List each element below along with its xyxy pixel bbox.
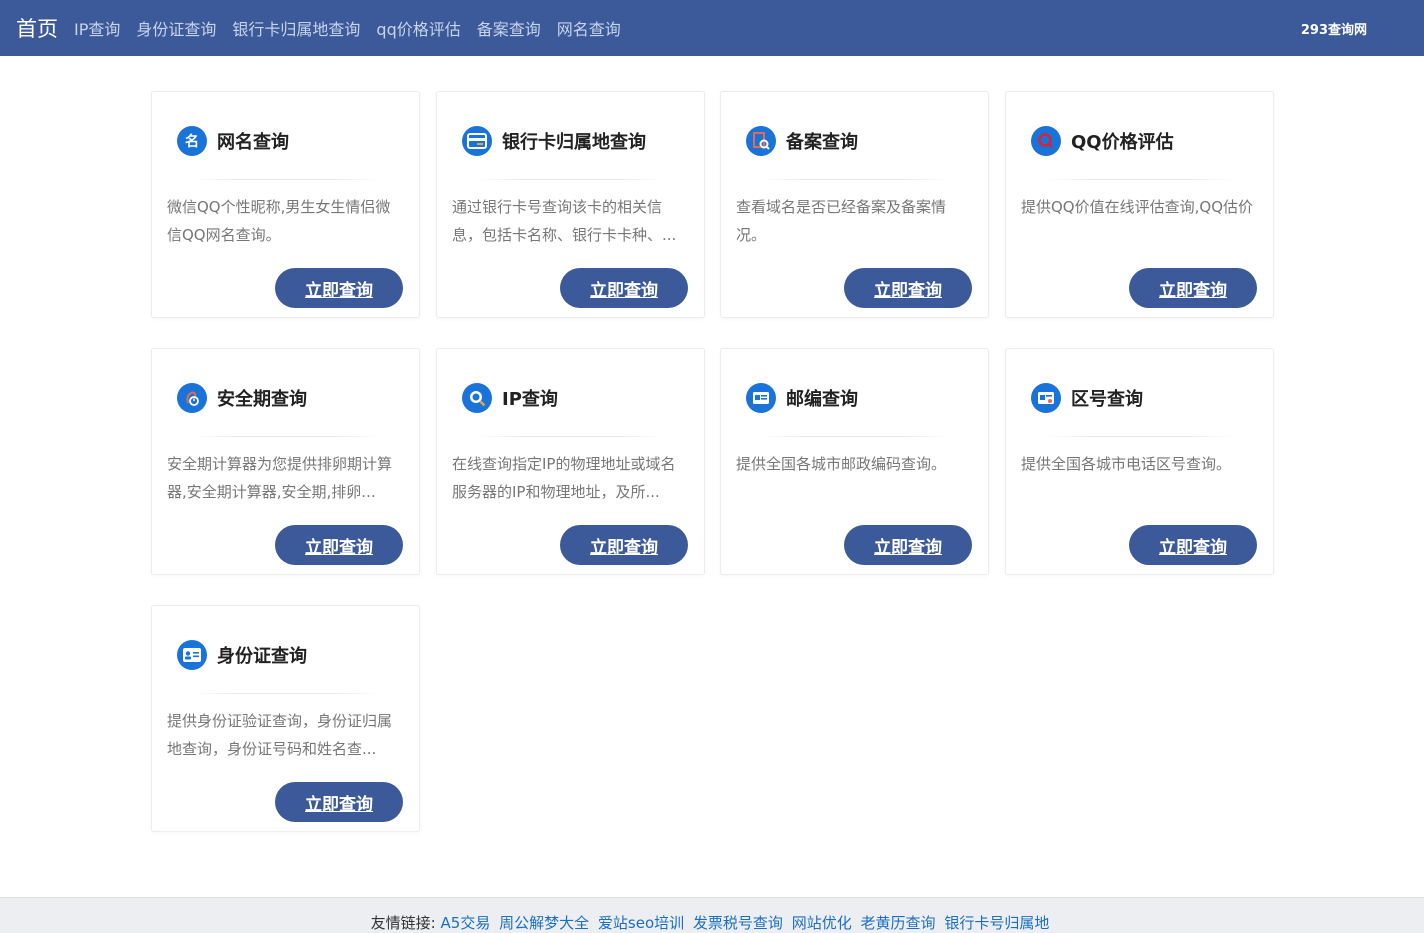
postcode-icon xyxy=(746,383,776,413)
card-idcard: 身份证查询 提供身份证验证查询，身份证归属地查询，身份证号码和姓名查... 立即… xyxy=(151,605,420,832)
nav-link-qq-price[interactable]: qq价格评估 xyxy=(376,16,460,40)
nav-link-record[interactable]: 备案查询 xyxy=(477,16,541,40)
card-safe-period: 安全期查询 安全期计算器为您提供排卵期计算器,安全期计算器,安全期,排卵... … xyxy=(151,348,420,575)
query-now-button[interactable]: 立即查询 xyxy=(844,268,972,308)
top-navbar: 首页 IP查询 身份证查询 银行卡归属地查询 qq价格评估 备案查询 网名查询 … xyxy=(0,0,1424,56)
footer: 友情链接: A5交易 周公解梦大全 爱站seo培训 发票税号查询 网站优化 老黄… xyxy=(0,897,1424,933)
card-nickname: 名 网名查询 微信QQ个性昵称,男生女生情侣微信QQ网名查询。 立即查询 xyxy=(151,91,420,318)
card-divider xyxy=(192,179,379,180)
card-qq-price: QQ价格评估 提供QQ价值在线评估查询,QQ估价 立即查询 xyxy=(1005,91,1274,318)
card-title: 备案查询 xyxy=(786,132,858,153)
card-title: IP查询 xyxy=(502,389,558,410)
card-description: 提供全国各城市邮政编码查询。 xyxy=(736,455,947,473)
query-now-button[interactable]: 立即查询 xyxy=(275,525,403,565)
nav-links: IP查询 身份证查询 银行卡归属地查询 qq价格评估 备案查询 网名查询 xyxy=(74,16,637,40)
card-header: QQ价格评估 xyxy=(1031,126,1174,156)
qq-icon xyxy=(1031,126,1061,156)
id-card-icon xyxy=(177,640,207,670)
card-header: 银行卡归属地查询 xyxy=(462,126,646,156)
record-search-icon xyxy=(746,126,776,156)
card-header: IP查询 xyxy=(462,383,558,413)
friend-link[interactable]: 周公解梦大全 xyxy=(499,914,589,932)
nav-link-nickname[interactable]: 网名查询 xyxy=(557,16,621,40)
friend-link[interactable]: A5交易 xyxy=(441,914,491,932)
card-header: 备案查询 xyxy=(746,126,858,156)
svg-text:名: 名 xyxy=(185,133,199,150)
card-title: 网名查询 xyxy=(217,132,289,153)
card-title: 区号查询 xyxy=(1071,389,1143,410)
card-header: 邮编查询 xyxy=(746,383,858,413)
safe-period-icon xyxy=(177,383,207,413)
card-postcode: 邮编查询 提供全国各城市邮政编码查询。 立即查询 xyxy=(720,348,989,575)
card-title: 身份证查询 xyxy=(217,646,307,667)
name-tag-icon: 名 xyxy=(177,126,207,156)
card-header: 名 网名查询 xyxy=(177,126,289,156)
friend-link[interactable]: 银行卡号归属地 xyxy=(944,914,1049,932)
card-description: 查看域名是否已经备案及备案情况。 xyxy=(736,198,947,244)
site-name-link[interactable]: 293查询网 xyxy=(1301,19,1367,38)
friend-link[interactable]: 爱站seo培训 xyxy=(598,914,684,932)
friend-links-label: 友情链接: xyxy=(370,914,436,932)
ip-search-icon xyxy=(462,383,492,413)
query-now-button[interactable]: 立即查询 xyxy=(560,525,688,565)
card-ip: IP查询 在线查询指定IP的物理地址或域名服务器的IP和物理地址，及所... 立… xyxy=(436,348,705,575)
query-now-button[interactable]: 立即查询 xyxy=(1129,525,1257,565)
card-title: QQ价格评估 xyxy=(1071,132,1174,153)
card-area-code: 区号查询 提供全国各城市电话区号查询。 立即查询 xyxy=(1005,348,1274,575)
nav-home-link[interactable]: 首页 xyxy=(16,13,58,43)
friend-links: 友情链接: A5交易 周公解梦大全 爱站seo培训 发票税号查询 网站优化 老黄… xyxy=(0,912,1424,933)
friend-link[interactable]: 网站优化 xyxy=(792,914,852,932)
card-record: 备案查询 查看域名是否已经备案及备案情况。 立即查询 xyxy=(720,91,989,318)
card-divider xyxy=(192,436,379,437)
card-title: 银行卡归属地查询 xyxy=(502,132,646,153)
query-now-button[interactable]: 立即查询 xyxy=(1129,268,1257,308)
card-title: 安全期查询 xyxy=(217,389,307,410)
card-description: 在线查询指定IP的物理地址或域名服务器的IP和物理地址，及所... xyxy=(452,455,676,501)
friend-link[interactable]: 老黄历查询 xyxy=(861,914,936,932)
card-divider xyxy=(1046,179,1233,180)
card-divider xyxy=(477,179,664,180)
card-divider xyxy=(761,179,948,180)
friend-link[interactable]: 发票税号查询 xyxy=(693,914,783,932)
card-divider xyxy=(192,693,379,694)
card-divider xyxy=(761,436,948,437)
card-description: 提供身份证验证查询，身份证归属地查询，身份证号码和姓名查... xyxy=(167,712,393,758)
card-divider xyxy=(477,436,664,437)
card-description: 通过银行卡号查询该卡的相关信息，包括卡名称、银行卡卡种、... xyxy=(452,198,677,244)
area-code-icon xyxy=(1031,383,1061,413)
query-now-button[interactable]: 立即查询 xyxy=(275,782,403,822)
card-description: 安全期计算器为您提供排卵期计算器,安全期计算器,安全期,排卵... xyxy=(167,455,393,501)
query-now-button[interactable]: 立即查询 xyxy=(560,268,688,308)
card-title: 邮编查询 xyxy=(786,389,858,410)
nav-link-ip[interactable]: IP查询 xyxy=(74,16,120,40)
card-description: 微信QQ个性昵称,男生女生情侣微信QQ网名查询。 xyxy=(167,198,391,244)
card-bankcard: 银行卡归属地查询 通过银行卡号查询该卡的相关信息，包括卡名称、银行卡卡种、...… xyxy=(436,91,705,318)
card-header: 安全期查询 xyxy=(177,383,307,413)
card-divider xyxy=(1046,436,1233,437)
query-now-button[interactable]: 立即查询 xyxy=(275,268,403,308)
card-description: 提供全国各城市电话区号查询。 xyxy=(1021,455,1232,473)
card-header: 身份证查询 xyxy=(177,640,307,670)
nav-link-bankcard[interactable]: 银行卡归属地查询 xyxy=(232,16,360,40)
card-header: 区号查询 xyxy=(1031,383,1143,413)
bank-card-icon xyxy=(462,126,492,156)
card-description: 提供QQ价值在线评估查询,QQ估价 xyxy=(1021,198,1253,216)
query-now-button[interactable]: 立即查询 xyxy=(844,525,972,565)
nav-link-idcard[interactable]: 身份证查询 xyxy=(136,16,216,40)
